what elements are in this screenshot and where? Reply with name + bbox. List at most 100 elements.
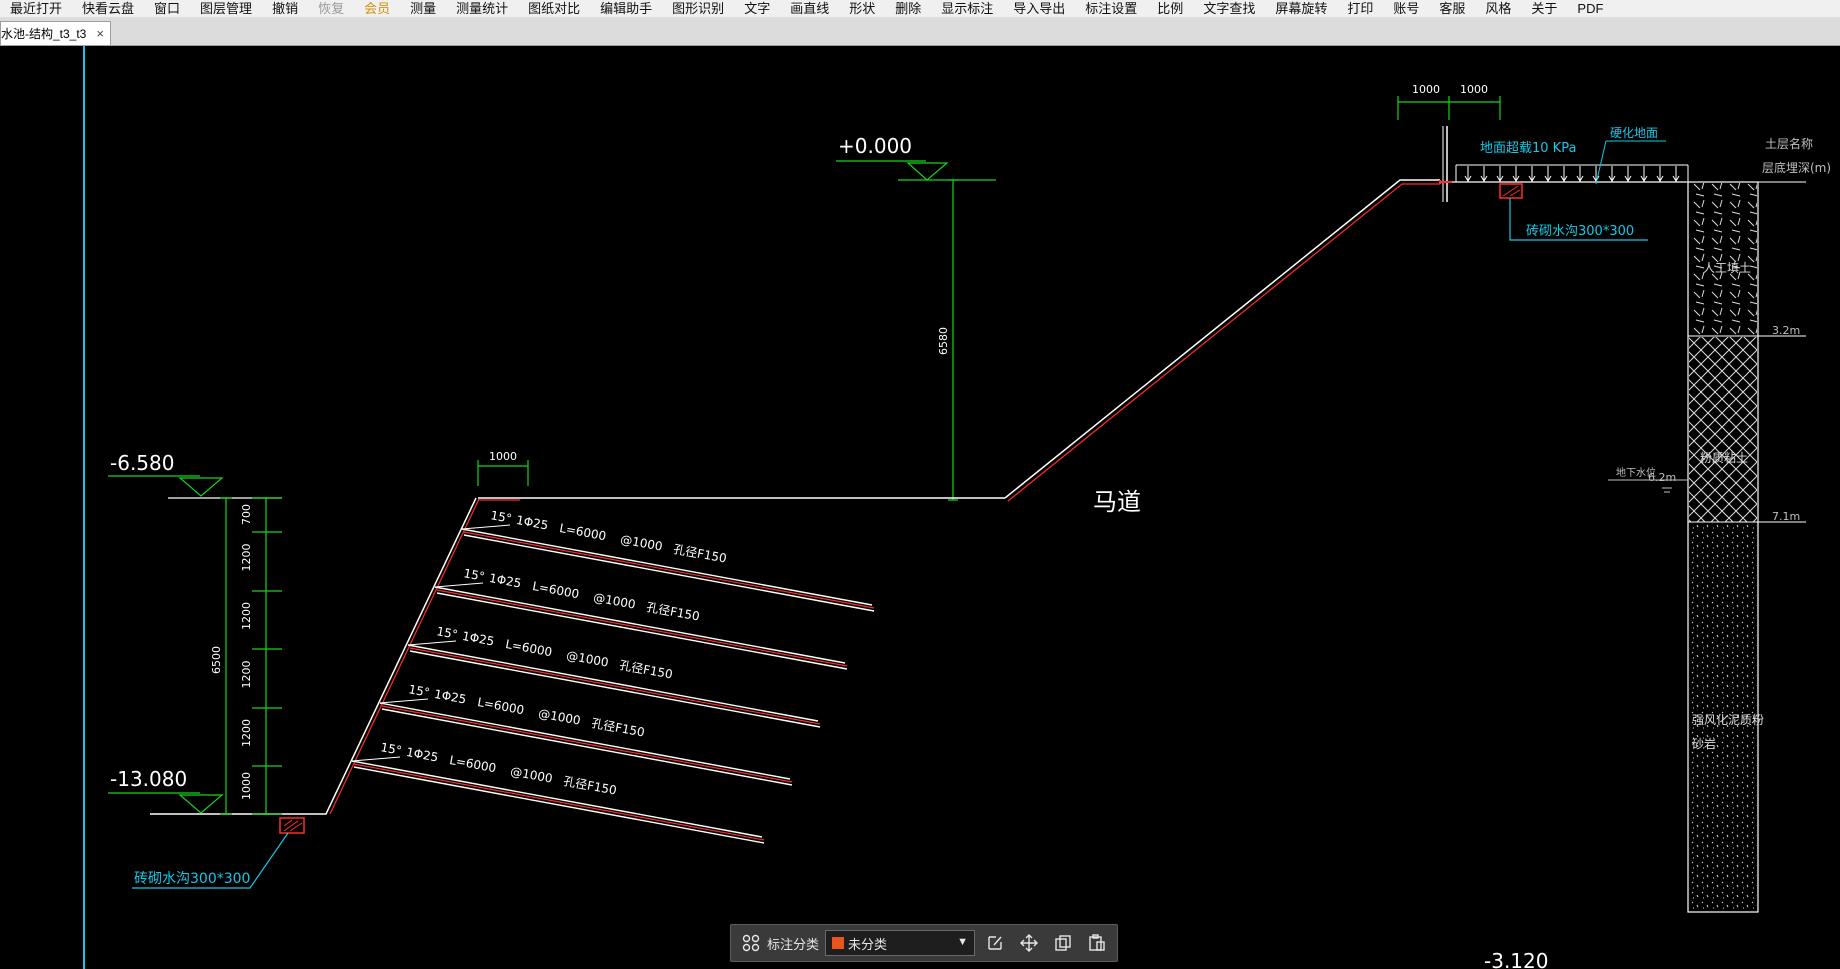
menu-item[interactable]: 删除 [885,0,931,17]
move-icon[interactable] [1015,929,1043,957]
menu-item[interactable]: 测量 [400,0,446,17]
anchor-angle: 15° [407,682,430,700]
elevation-bottom-label: -13.080 [110,767,187,791]
menu-item[interactable]: 比例 [1147,0,1193,17]
anchor-hole: 孔径F150 [672,542,727,566]
toolbar-label: 标注分类 [767,936,820,952]
menu-item[interactable]: 最近打开 [0,0,72,17]
elevation-bottom-right-label: -3.120 [1484,949,1548,969]
dim-1000-b: 1000 [1460,83,1488,96]
water-depth-label: 6.2m [1648,471,1676,484]
anchor-len: L=6000 [448,753,497,775]
anchor: 15° 1Φ25 L=6000 @1000 孔径F150 [351,740,765,844]
anchor-hole: 孔径F150 [562,774,617,798]
category-select-value: 未分类 [848,936,888,952]
menu-item[interactable]: 客服 [1429,0,1475,17]
anchor-bar: 1Φ25 [515,513,549,533]
soil-3-label-2: 砂岩 [1692,736,1716,751]
anchor-hole: 孔径F150 [645,600,700,624]
menu-item[interactable]: 打印 [1337,0,1383,17]
drawing-canvas[interactable]: +0.000 6580 马道 1000 砖砌水沟300*300 -6.580 -… [0,46,1840,969]
anchor-bar: 1Φ25 [461,629,495,649]
menu-item[interactable]: 会员 [354,0,400,17]
menu-item[interactable]: 图形识别 [662,0,734,17]
anchor-spacing: @1000 [592,590,636,612]
menu-item[interactable]: 测量统计 [446,0,518,17]
edit-icon[interactable] [981,929,1009,957]
dim-left-label: 1200 [240,544,253,572]
grid-icon[interactable] [737,929,765,957]
anchor: 15° 1Φ25 L=6000 @1000 孔径F150 [379,682,793,786]
menu-item[interactable]: 窗口 [144,0,190,17]
menu-item[interactable]: 恢复 [308,0,354,17]
berm-label: 马道 [1093,488,1141,516]
menu-item[interactable]: 图层管理 [190,0,262,17]
anchor-len: L=6000 [504,637,553,659]
anchor-spacing: @1000 [565,648,609,670]
tab-close-icon[interactable]: × [96,26,104,41]
menu-item[interactable]: 文字查找 [1193,0,1265,17]
anchor-bar: 1Φ25 [405,745,439,765]
dim-left-label: 1200 [240,719,253,747]
dim-left-label: 1000 [240,772,253,800]
drain-bottom-label: 砖砌水沟300*300 [134,871,250,887]
dim-6500: 6500 [210,646,223,674]
anchor-bar: 1Φ25 [488,571,522,591]
tab-title: 水池-结构_t3_t3 [1,27,87,41]
anchor: 15° 1Φ25 L=6000 @1000 孔径F150 [407,624,821,728]
svg-text:15°1Φ25L=6000@1000孔径F150: 15° 1Φ25 L=6000 @1000 孔径F150 [407,682,645,739]
menu-bar: 最近打开 快看云盘 窗口 图层管理 撤销 恢复 会员 测量 测量统计 图纸对比 编辑助手 图形识别 文字… [0,0,1840,17]
anchor-hole: 孔径F150 [590,716,645,740]
depth-1-label: 3.2m [1772,324,1800,337]
menu-item[interactable]: 风格 [1475,0,1521,17]
anchor-bar: 1Φ25 [433,687,467,707]
svg-text:15°1Φ25L=6000@1000孔径F150: 15° 1Φ25 L=6000 @1000 孔径F150 [379,740,617,797]
dim-left-label: 1200 [240,602,253,630]
anchor-len: L=6000 [531,579,580,601]
copy-icon[interactable] [1049,929,1077,957]
menu-item[interactable]: PDF [1567,0,1613,17]
menu-item[interactable]: 形状 [839,0,885,17]
annotation-toolbar: 标注分类 未分类 ▼ [730,924,1118,962]
paste-icon[interactable] [1083,929,1111,957]
drain-top-label: 砖砌水沟300*300 [1526,224,1634,239]
anchor-spacing: @1000 [537,706,581,728]
anchor-hole: 孔径F150 [618,658,673,682]
soil-header-depth: 层底埋深(m) [1762,160,1831,175]
menu-item[interactable]: 导入导出 [1003,0,1075,17]
anchor-angle: 15° [379,740,402,758]
menu-item[interactable]: 画直线 [780,0,839,17]
depth-2-label: 7.1m [1772,510,1800,523]
menu-item[interactable]: 账号 [1383,0,1429,17]
dim-chain-left: 700 1200 1200 1200 1200 1000 [240,504,253,800]
surcharge-label: 地面超载10 KPa [1480,141,1576,156]
elevation-top-label: +0.000 [838,134,912,158]
anchor: 15° 1Φ25 L=6000 @1000 孔径F150 [461,508,875,612]
anchor-spacing: @1000 [619,532,663,554]
menu-item[interactable]: 显示标注 [931,0,1003,17]
menu-item[interactable]: 屏幕旋转 [1265,0,1337,17]
soil-1-label: 人工填土 [1703,261,1751,275]
category-select[interactable]: 未分类 ▼ [825,930,976,956]
menu-item[interactable]: 撤销 [262,0,308,17]
menu-item[interactable]: 编辑助手 [590,0,662,17]
anchor-len: L=6000 [558,521,607,543]
menu-item[interactable]: 标注设置 [1075,0,1147,17]
anchor-spacing: @1000 [509,764,553,786]
dim-1000-berm: 1000 [489,450,517,463]
menu-item[interactable]: 快看云盘 [72,0,144,17]
soil-header-name: 土层名称 [1765,136,1813,151]
anchor-angle: 15° [489,508,512,526]
svg-text:15°1Φ25L=6000@1000孔径F150: 15° 1Φ25 L=6000 @1000 孔径F150 [489,508,727,565]
anchor-angle: 15° [462,566,485,584]
category-swatch [832,937,845,949]
menu-item[interactable]: 文字 [734,0,780,17]
menu-item[interactable]: 图纸对比 [518,0,590,17]
tab-drawing[interactable]: 水池-结构_t3_t3 × [0,21,111,45]
elevation-mid-label: -6.580 [110,451,174,475]
soil-3-label: 强风化泥质粉 [1692,713,1764,727]
menu-item[interactable]: 关于 [1521,0,1567,17]
dim-left-label: 1200 [240,661,253,689]
chevron-down-icon: ▼ [957,936,969,948]
anchor: 15° 1Φ25 L=6000 @1000 孔径F150 [434,566,848,670]
